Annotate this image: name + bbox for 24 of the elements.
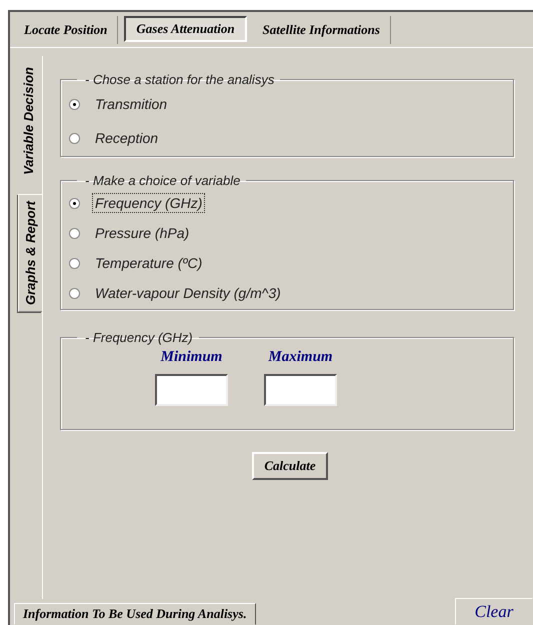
option-label: Water-vapour Density (g/m^3)	[94, 284, 282, 303]
group-title: - Chose a station for the analisys	[84, 72, 276, 87]
clear-button[interactable]: Clear	[455, 598, 533, 625]
field-label: Minimum	[160, 349, 222, 366]
input-field[interactable]	[155, 374, 228, 406]
option-label: Transmition	[94, 95, 168, 114]
radio-button[interactable]	[69, 228, 80, 238]
side-tab[interactable]: Graphs & Report	[18, 194, 42, 312]
radio-button[interactable]	[69, 258, 80, 268]
field-label: Maximum	[268, 349, 333, 366]
input-field[interactable]	[264, 374, 337, 406]
group-title: - Frequency (GHz)	[84, 330, 194, 345]
option-label: Pressure (hPa)	[94, 224, 190, 243]
option-label: Reception	[94, 129, 160, 148]
group-title: - Make a choice of variable	[84, 173, 242, 188]
radio-button[interactable]	[69, 132, 80, 144]
radio-button[interactable]	[69, 98, 80, 110]
bottom-tab[interactable]: Information To Be Used During Analisys.	[14, 603, 256, 625]
radio-button[interactable]	[69, 198, 80, 208]
option-label: Temperature (ºC)	[94, 254, 204, 273]
option-label: Frequency (GHz)	[92, 193, 206, 213]
radio-button[interactable]	[69, 288, 80, 298]
calculate-button[interactable]: Calculate	[252, 452, 328, 480]
tab[interactable]: Gases Attenuation	[124, 16, 247, 42]
